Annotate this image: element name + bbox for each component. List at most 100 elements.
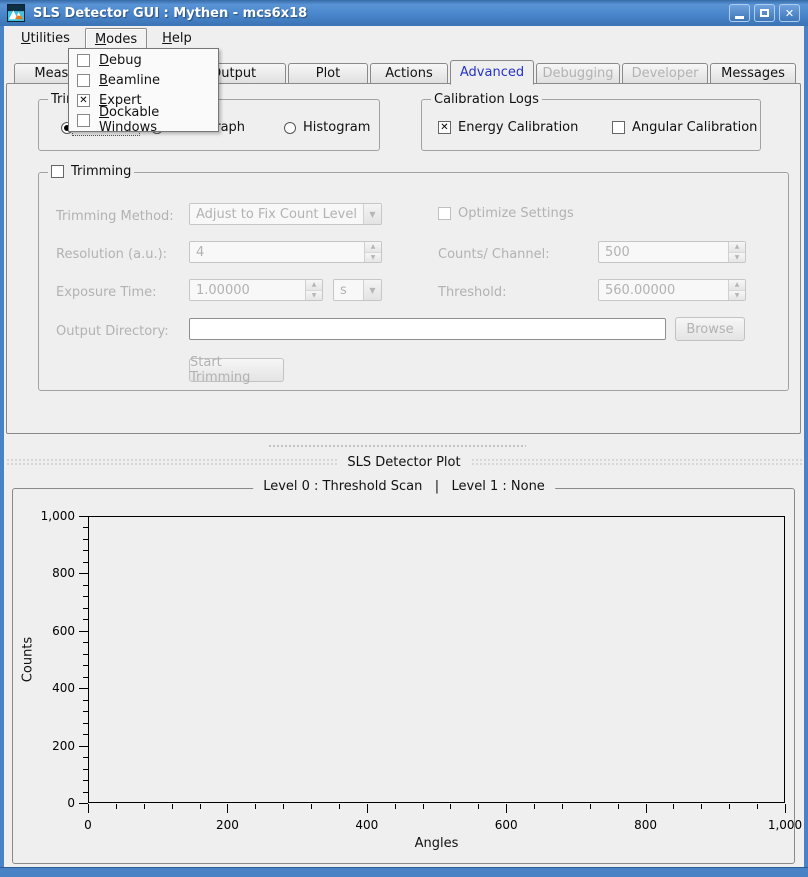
- maximize-icon: [760, 9, 769, 17]
- checkbox-icon: [77, 114, 90, 127]
- x-major-tick: [367, 804, 368, 813]
- titlebar[interactable]: SLS Detector GUI : Mythen - mcs6x18 ✕: [0, 0, 808, 26]
- y-axis-title: Counts: [21, 620, 36, 700]
- window-border-left: [0, 26, 4, 877]
- minimize-icon: [735, 16, 744, 19]
- y-minor-tick: [83, 757, 88, 758]
- exposure-time-spinbox: 1.00000 ▲▼: [189, 279, 323, 301]
- trimming-group-label: Trimming: [71, 164, 131, 179]
- y-minor-tick: [83, 711, 88, 712]
- y-major-tick: [79, 803, 88, 804]
- y-minor-tick: [83, 792, 88, 793]
- x-axis-tick-labels: 02004006008001,000: [88, 818, 785, 832]
- tab-advanced[interactable]: Advanced: [450, 60, 534, 85]
- checkbox-angular-calibration[interactable]: Angular Calibration: [612, 120, 757, 135]
- y-minor-tick: [83, 677, 88, 678]
- splitter-handle[interactable]: [268, 444, 526, 448]
- y-minor-tick: [83, 769, 88, 770]
- combo-arrow-icon: ▼: [363, 280, 381, 300]
- trimming-enable-checkbox[interactable]: [51, 165, 64, 178]
- start-trimming-button: Start Trimming: [189, 358, 284, 382]
- menu-item-label: Debug: [99, 53, 142, 68]
- resolution-label: Resolution (a.u.):: [56, 247, 167, 262]
- window-border-bottom: [0, 867, 808, 877]
- y-tick-label: 1,000: [41, 509, 75, 523]
- output-directory-input: [189, 318, 666, 340]
- checkbox-icon: [612, 121, 625, 134]
- x-minor-tick: [478, 804, 479, 809]
- x-tick-label: 200: [216, 818, 239, 832]
- tab-debugging: Debugging: [536, 63, 620, 84]
- y-minor-tick: [83, 734, 88, 735]
- y-major-tick: [79, 631, 88, 632]
- maximize-button[interactable]: [754, 4, 775, 22]
- minimize-button[interactable]: [729, 4, 750, 22]
- y-minor-tick: [83, 527, 88, 528]
- spin-down-icon: ▼: [365, 253, 381, 263]
- dock-titlebar[interactable]: SLS Detector Plot: [6, 452, 802, 472]
- calibration-logs-group: Calibration Logs ✕Energy CalibrationAngu…: [421, 99, 761, 151]
- output-directory-label: Output Directory:: [56, 324, 169, 339]
- modes-menu-popup: DebugBeamline✕ExpertDockable Windows: [68, 48, 219, 132]
- plot-canvas: [88, 516, 785, 803]
- optimize-settings-row: Optimize Settings: [438, 206, 574, 221]
- checkbox-icon: ✕: [77, 94, 90, 107]
- y-minor-tick: [83, 619, 88, 620]
- y-major-tick: [79, 746, 88, 747]
- menu-item-label: Dockable Windows: [99, 105, 218, 135]
- x-tick-label: 400: [355, 818, 378, 832]
- x-minor-tick: [618, 804, 619, 809]
- browse-button: Browse: [675, 317, 745, 341]
- x-minor-tick: [200, 804, 201, 809]
- x-major-tick: [646, 804, 647, 813]
- x-axis-title: Angles: [88, 836, 785, 851]
- x-minor-tick: [757, 804, 758, 809]
- counts-channel-value: 500: [599, 245, 728, 260]
- dock-title: SLS Detector Plot: [347, 455, 460, 470]
- exposure-unit-combo: s ▼: [333, 279, 382, 301]
- x-minor-tick: [144, 804, 145, 809]
- y-minor-tick: [83, 700, 88, 701]
- threshold-label: Threshold:: [438, 285, 506, 300]
- x-minor-tick: [673, 804, 674, 809]
- y-tick-label: 200: [52, 739, 75, 753]
- close-button[interactable]: ✕: [779, 4, 800, 22]
- menu-item-beamline[interactable]: Beamline: [69, 70, 218, 90]
- x-minor-tick: [562, 804, 563, 809]
- y-minor-tick: [83, 608, 88, 609]
- tab-developer: Developer: [622, 63, 708, 84]
- menu-item-label: Beamline: [99, 73, 160, 88]
- x-minor-tick: [450, 804, 451, 809]
- x-minor-tick: [701, 804, 702, 809]
- checkbox-label: Energy Calibration: [458, 120, 578, 135]
- dock-texture: [471, 458, 802, 466]
- checkbox-energy-calibration[interactable]: ✕Energy Calibration: [438, 120, 578, 135]
- menu-item-dockable-windows[interactable]: Dockable Windows: [69, 110, 218, 130]
- y-minor-tick: [83, 596, 88, 597]
- y-tick-label: 800: [52, 566, 75, 580]
- menu-item-debug[interactable]: Debug: [69, 50, 218, 70]
- dock-texture: [6, 458, 337, 466]
- window-border-right: [804, 26, 808, 877]
- trimming-group-title: Trimming: [48, 164, 134, 179]
- checkbox-label: Angular Calibration: [632, 120, 757, 135]
- y-tick-label: 600: [52, 624, 75, 638]
- x-minor-tick: [116, 804, 117, 809]
- spin-up-icon: ▲: [306, 280, 322, 291]
- checkbox-icon: [77, 54, 90, 67]
- tab-plot[interactable]: Plot: [288, 63, 368, 84]
- x-minor-tick: [423, 804, 424, 809]
- y-minor-tick: [83, 665, 88, 666]
- app-icon: [7, 4, 25, 22]
- tab-actions[interactable]: Actions: [370, 63, 448, 84]
- y-minor-tick: [83, 642, 88, 643]
- x-tick-label: 800: [634, 818, 657, 832]
- radio-histogram[interactable]: Histogram: [284, 120, 370, 135]
- y-minor-tick: [83, 585, 88, 586]
- y-axis-ticks: [79, 516, 88, 803]
- tab-messages[interactable]: Messages: [710, 63, 796, 84]
- y-tick-label: 400: [52, 681, 75, 695]
- x-major-tick: [506, 804, 507, 813]
- y-minor-tick: [83, 654, 88, 655]
- y-tick-label: 0: [67, 796, 75, 810]
